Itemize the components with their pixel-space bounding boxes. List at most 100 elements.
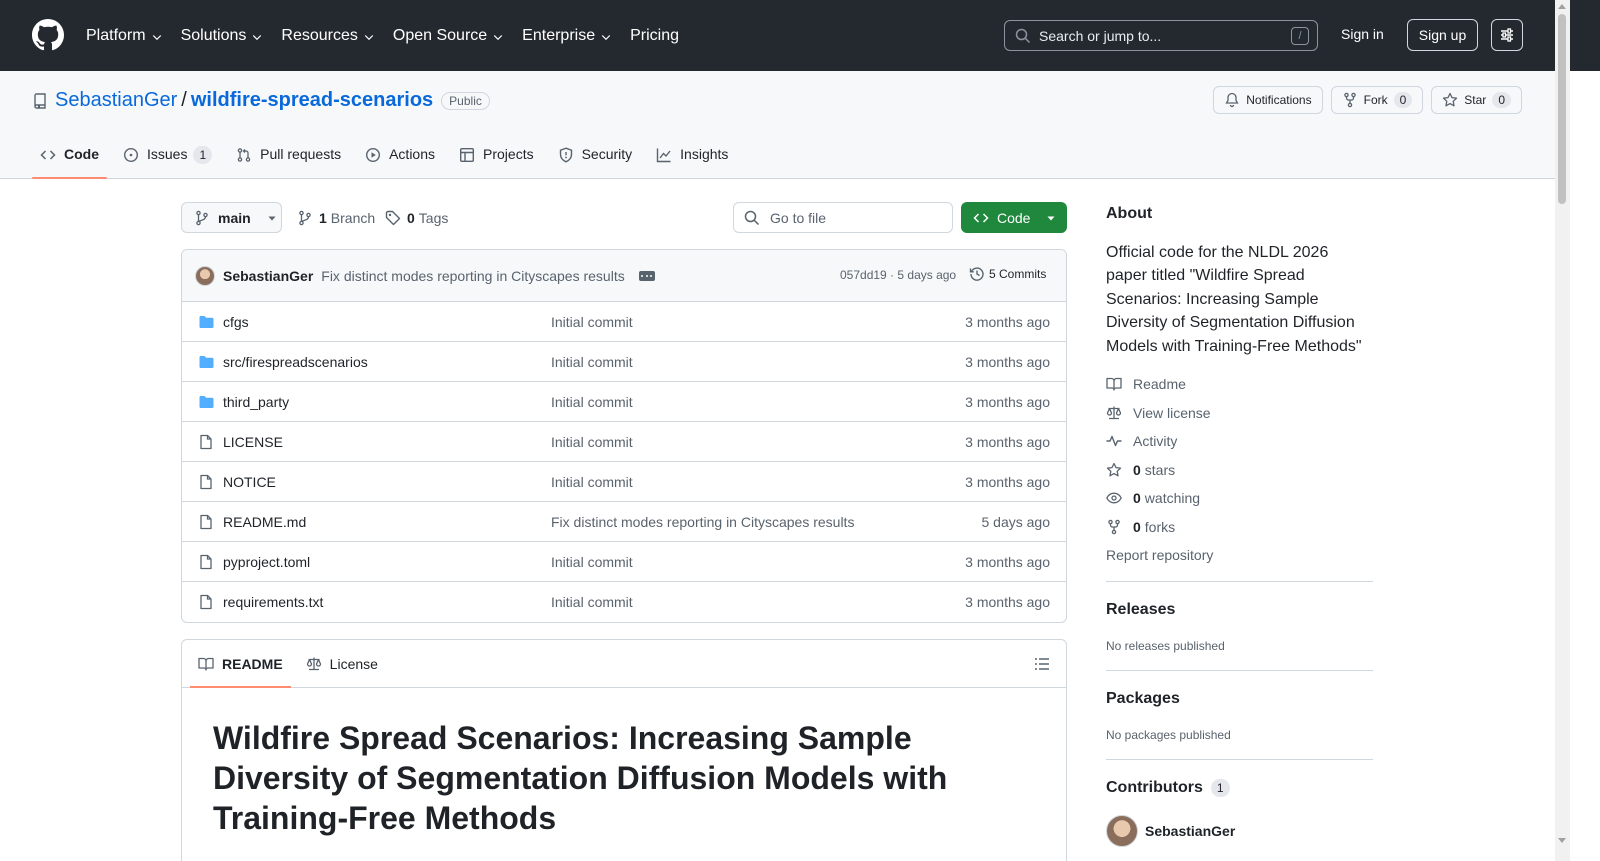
repo-name-link[interactable]: wildfire-spread-scenarios — [191, 89, 433, 112]
file-commit-message[interactable]: Initial commit — [551, 314, 633, 330]
watching-link[interactable]: 0 watching — [1106, 490, 1200, 506]
table-row[interactable]: LICENSE Initial commit 3 months ago — [182, 422, 1066, 462]
activity-link[interactable]: Activity — [1106, 433, 1177, 449]
license-link[interactable]: View license — [1106, 405, 1211, 421]
tab-readme[interactable]: README — [190, 640, 291, 688]
forks-link[interactable]: 0 forks — [1106, 519, 1175, 535]
branch-icon — [196, 210, 208, 225]
file-commit-message[interactable]: Initial commit — [551, 554, 633, 570]
tab-security[interactable]: Security — [550, 141, 641, 179]
tab-issues[interactable]: Issues 1 — [115, 141, 220, 179]
avatar[interactable] — [1106, 815, 1138, 847]
code-dropdown-button[interactable]: Code — [961, 202, 1067, 233]
scroll-thumb[interactable] — [1558, 14, 1566, 204]
file-commit-message[interactable]: Initial commit — [551, 594, 633, 610]
license-link-label: View license — [1133, 405, 1211, 421]
tab-security-label: Security — [581, 146, 633, 162]
file-name-link[interactable]: cfgs — [223, 314, 249, 330]
scroll-down-icon[interactable] — [1558, 838, 1566, 843]
table-row[interactable]: README.md Fix distinct modes reporting i… — [182, 502, 1066, 542]
tab-license[interactable]: License — [298, 640, 386, 688]
star-button[interactable]: Star 0 — [1431, 86, 1522, 114]
issue-icon — [123, 147, 139, 163]
notifications-button[interactable]: Notifications — [1213, 86, 1323, 114]
table-row[interactable]: pyproject.toml Initial commit 3 months a… — [182, 542, 1066, 582]
branches-link[interactable]: 1 Branch — [297, 210, 375, 226]
file-table: SebastianGer Fix distinct modes reportin… — [181, 249, 1067, 623]
nav-pricing[interactable]: Pricing — [630, 27, 679, 45]
sliders-icon — [1501, 28, 1513, 42]
nav-resources-label: Resources — [281, 26, 358, 44]
table-row[interactable]: src/firespreadscenarios Initial commit 3… — [182, 342, 1066, 382]
tab-code[interactable]: Code — [32, 141, 107, 179]
file-commit-date: 3 months ago — [965, 354, 1050, 370]
tab-pull-requests[interactable]: Pull requests — [228, 141, 349, 179]
file-commit-message[interactable]: Initial commit — [551, 394, 633, 410]
nav-enterprise[interactable]: Enterprise — [522, 27, 612, 45]
readme-link[interactable]: Readme — [1106, 376, 1186, 392]
releases-heading[interactable]: Releases — [1106, 601, 1175, 619]
sign-in-link[interactable]: Sign in — [1341, 26, 1384, 42]
scroll-up-icon[interactable] — [1558, 4, 1566, 9]
go-to-file-input[interactable]: Go to file — [733, 202, 953, 233]
contributor-name[interactable]: SebastianGer — [1145, 823, 1235, 839]
tags-link[interactable]: 0 Tags — [385, 210, 448, 226]
commit-sha-time[interactable]: 057dd19 · 5 days ago — [840, 268, 956, 282]
expand-commit-button[interactable] — [638, 270, 655, 281]
commit-author-link[interactable]: SebastianGer — [223, 268, 313, 284]
report-repository-link[interactable]: Report repository — [1106, 547, 1213, 563]
nav-resources[interactable]: Resources — [281, 27, 374, 45]
file-commit-date: 3 months ago — [965, 594, 1050, 610]
contributor-item[interactable]: SebastianGer — [1106, 815, 1235, 847]
table-row[interactable]: third_party Initial commit 3 months ago — [182, 382, 1066, 422]
file-name-link[interactable]: NOTICE — [223, 474, 276, 490]
tab-projects[interactable]: Projects — [451, 141, 542, 179]
file-name-link[interactable]: pyproject.toml — [223, 554, 310, 570]
repo-owner-link[interactable]: SebastianGer — [55, 89, 177, 112]
file-name-link[interactable]: requirements.txt — [223, 594, 323, 610]
page-scrollbar[interactable] — [1555, 0, 1570, 861]
file-commit-message[interactable]: Initial commit — [551, 434, 633, 450]
github-logo-icon[interactable] — [32, 19, 64, 51]
fork-icon — [1343, 92, 1356, 108]
tab-code-label: Code — [64, 146, 99, 162]
branches-label: Branch — [330, 210, 376, 226]
file-icon — [200, 434, 212, 450]
branch-selector[interactable]: main — [181, 202, 282, 233]
packages-heading[interactable]: Packages — [1106, 690, 1180, 708]
commits-history-link[interactable]: 5 Commits — [969, 266, 1046, 282]
file-name-link[interactable]: src/firespreadscenarios — [223, 354, 368, 370]
avatar[interactable] — [195, 265, 215, 286]
nav-platform[interactable]: Platform — [86, 27, 163, 45]
chevron-down-icon — [601, 34, 611, 40]
stars-link[interactable]: 0 stars — [1106, 462, 1175, 478]
nav-open-source[interactable]: Open Source — [393, 27, 504, 45]
settings-menu-button[interactable] — [1491, 19, 1523, 51]
contributors-heading[interactable]: Contributors 1 — [1106, 779, 1230, 797]
file-commit-message[interactable]: Initial commit — [551, 474, 633, 490]
file-name-link[interactable]: LICENSE — [223, 434, 283, 450]
book-icon — [1106, 377, 1122, 391]
star-count: 0 — [1492, 92, 1511, 108]
branch-name: main — [218, 209, 251, 226]
sign-up-button[interactable]: Sign up — [1407, 19, 1478, 51]
file-name-link[interactable]: README.md — [223, 514, 306, 530]
table-row[interactable]: NOTICE Initial commit 3 months ago — [182, 462, 1066, 502]
sidebar-divider — [1106, 581, 1373, 582]
file-name-link[interactable]: third_party — [223, 394, 289, 410]
file-commit-message[interactable]: Fix distinct modes reporting in Cityscap… — [551, 514, 854, 530]
tab-actions[interactable]: Actions — [357, 141, 443, 179]
fork-button[interactable]: Fork 0 — [1330, 86, 1424, 114]
file-commit-message[interactable]: Initial commit — [551, 354, 633, 370]
nav-solutions[interactable]: Solutions — [181, 27, 264, 45]
table-row[interactable]: cfgs Initial commit 3 months ago — [182, 302, 1066, 342]
commit-message-link[interactable]: Fix distinct modes reporting in Cityscap… — [321, 268, 624, 284]
global-header: Platform Solutions Resources Open Source… — [0, 0, 1600, 71]
global-search-input[interactable]: Search or jump to... / — [1004, 20, 1318, 51]
table-row[interactable]: requirements.txt Initial commit 3 months… — [182, 582, 1066, 622]
list-icon[interactable] — [1034, 656, 1050, 672]
caret-down-icon — [1047, 216, 1055, 220]
sidebar-divider — [1106, 670, 1373, 671]
search-icon — [1015, 28, 1031, 43]
tab-insights[interactable]: Insights — [648, 141, 736, 179]
